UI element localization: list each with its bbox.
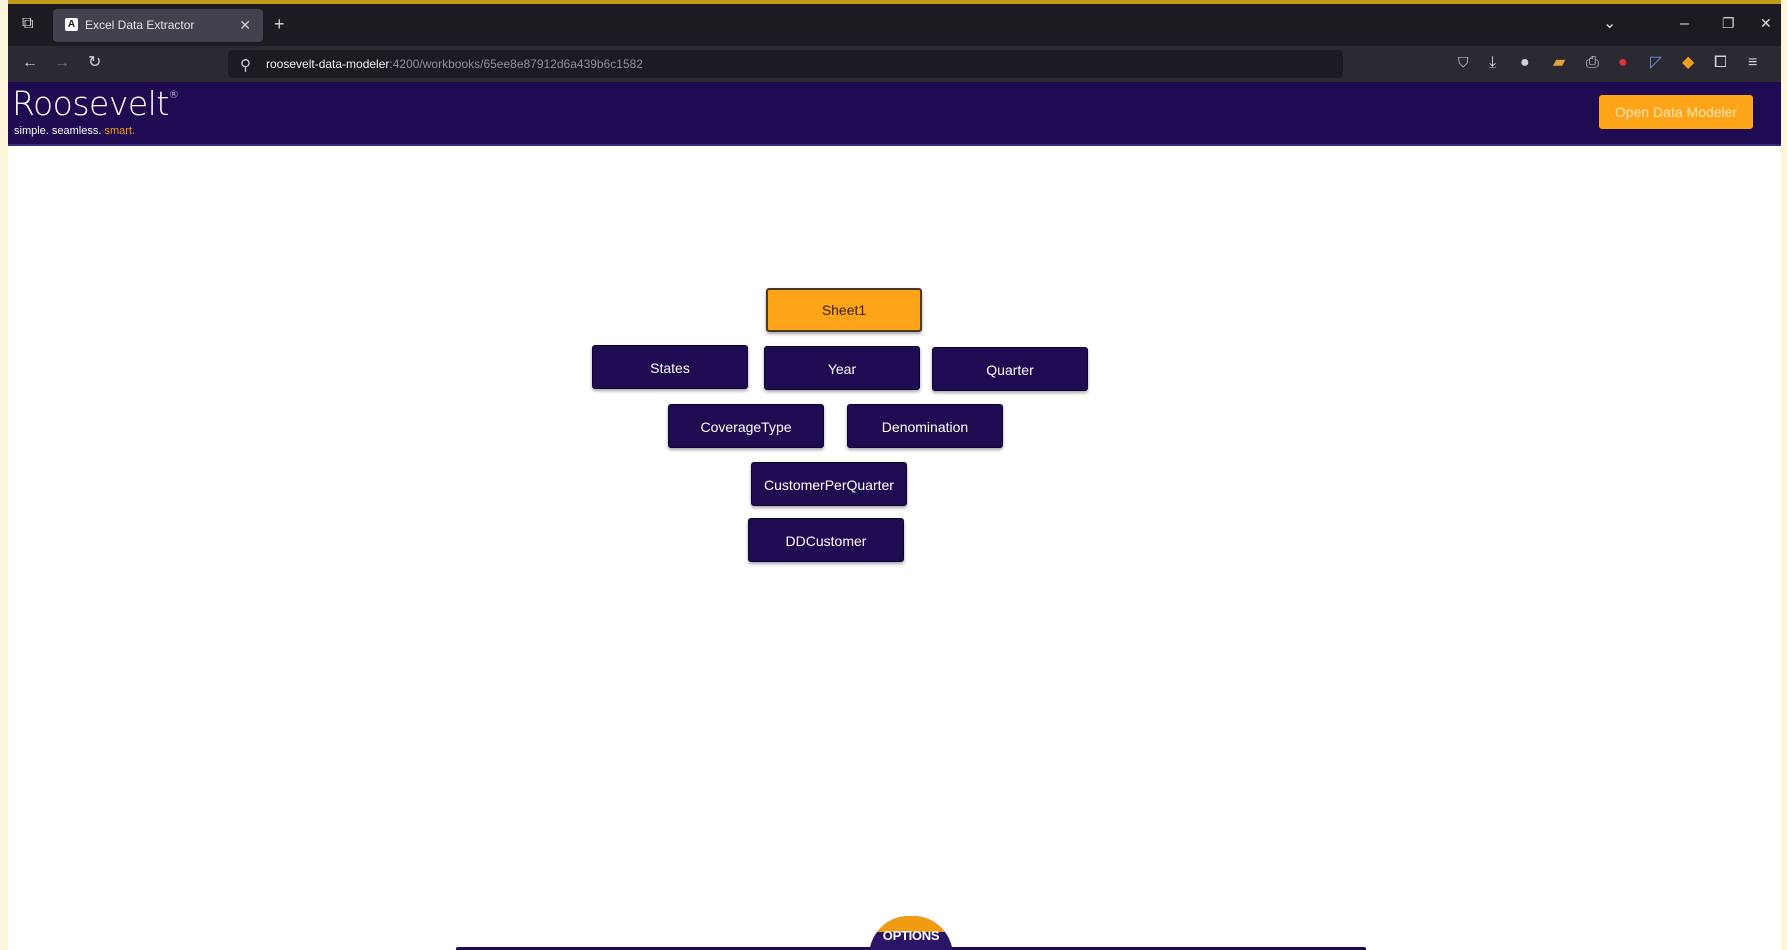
open-data-modeler-button[interactable]: Open Data Modeler [1599, 95, 1753, 129]
extensions-puzzle-icon[interactable]: ⧠ [1714, 55, 1727, 71]
table-node-year[interactable]: Year [764, 346, 920, 390]
logo-text: Roosevelt [12, 84, 169, 123]
list-tabs-chevron-icon[interactable]: ⌄ [1603, 16, 1616, 32]
sheet-node-sheet1[interactable]: Sheet1 [766, 288, 922, 332]
minimize-icon[interactable]: – [1680, 16, 1689, 32]
forward-arrow-icon[interactable]: → [54, 55, 70, 71]
search-icon: ⚲ [240, 57, 251, 74]
download-icon[interactable]: ⤓ [1489, 55, 1496, 71]
close-tab-icon[interactable]: ✕ [239, 17, 251, 34]
extension-icon[interactable]: ◸ [1650, 55, 1662, 71]
address-bar[interactable]: ⚲ roosevelt-data-modeler:4200/workbooks/… [228, 50, 1343, 78]
tab-favicon-icon: A [65, 18, 78, 31]
reload-icon[interactable]: ↻ [88, 55, 101, 71]
table-node-quarter[interactable]: Quarter [932, 347, 1088, 391]
options-label: OPTIONS [882, 928, 940, 943]
tab-overview-icon[interactable]: ⧉ [22, 16, 33, 32]
extension-icon[interactable]: ◆ [1682, 55, 1694, 71]
pocket-icon[interactable]: ⛉ [1458, 55, 1469, 69]
table-node-states[interactable]: States [592, 345, 748, 389]
tab-title: Excel Data Extractor [85, 18, 195, 32]
extension-icon[interactable]: ▰ [1553, 55, 1565, 71]
table-node-denomination[interactable]: Denomination [847, 404, 1003, 448]
extension-icon[interactable]: ● [1618, 55, 1628, 71]
roosevelt-logo: Roosevelt® [12, 84, 179, 123]
tagline-plain: simple. seamless. [14, 125, 102, 137]
browser-window: ⧉ A Excel Data Extractor ✕ + ⌄ – ❐ ✕ ← →… [8, 0, 1781, 950]
extension-icon[interactable]: ● [1520, 55, 1530, 71]
back-arrow-icon[interactable]: ← [22, 55, 38, 71]
table-node-coveragetype[interactable]: CoverageType [668, 404, 824, 448]
url-text: roosevelt-data-modeler:4200/workbooks/65… [266, 57, 643, 71]
tab-strip: ⧉ A Excel Data Extractor ✕ + ⌄ – ❐ ✕ [8, 0, 1781, 46]
new-tab-icon[interactable]: + [274, 15, 285, 33]
table-node-customerperquarter[interactable]: CustomerPerQuarter [751, 462, 907, 506]
sheet-canvas: Sheet1 States Year Quarter CoverageType … [8, 146, 1781, 950]
table-node-ddcustomer[interactable]: DDCustomer [748, 518, 904, 562]
window-close-icon[interactable]: ✕ [1760, 16, 1772, 30]
url-path: :4200/workbooks/65ee8e87912d6a439b6c1582 [389, 57, 643, 71]
browser-tab[interactable]: A Excel Data Extractor ✕ [53, 9, 263, 42]
options-toggle-button[interactable]: OPTIONS [869, 916, 953, 950]
logo-tagline: simple. seamless. smart. [14, 125, 135, 137]
tagline-accent: smart. [104, 125, 136, 137]
url-host: roosevelt-data-modeler [266, 57, 390, 71]
restore-icon[interactable]: ❐ [1722, 16, 1735, 30]
menu-icon[interactable]: ≡ [1748, 55, 1757, 71]
extension-icon[interactable]: ⎙ [1586, 55, 1599, 71]
logo-mark: ® [168, 90, 179, 101]
navigation-bar: ← → ↻ ⚲ roosevelt-data-modeler:4200/work… [8, 46, 1781, 82]
app-header: Roosevelt® simple. seamless. smart. Open… [8, 82, 1781, 146]
